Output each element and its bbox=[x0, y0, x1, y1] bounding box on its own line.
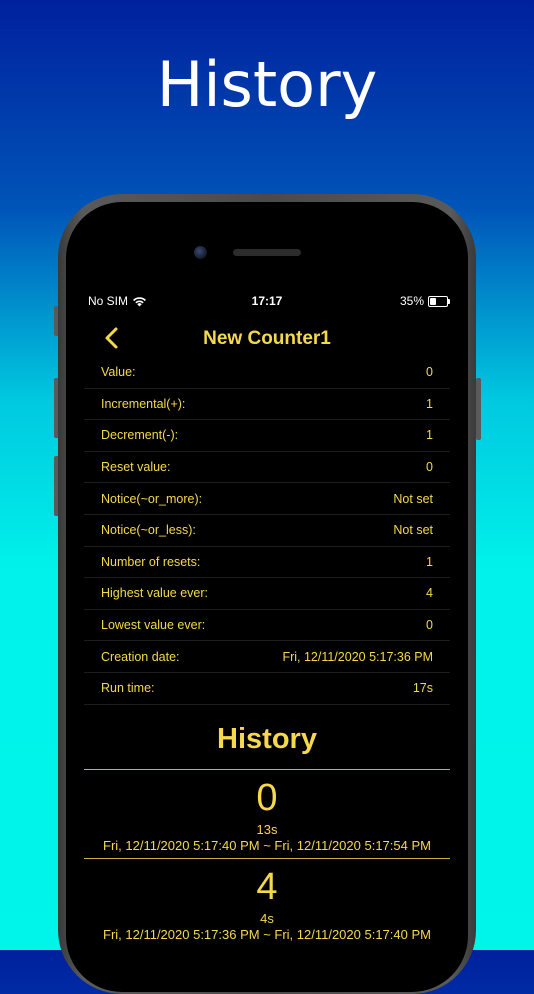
history-range: Fri, 12/11/2020 5:17:36 PM ~ Fri, 12/11/… bbox=[103, 927, 431, 942]
detail-value: 1 bbox=[426, 428, 433, 443]
history-entry: 4 4s Fri, 12/11/2020 5:17:36 PM ~ Fri, 12/… bbox=[84, 858, 450, 947]
status-bar: No SIM 17:17 35% bbox=[66, 292, 468, 312]
status-right: 35% bbox=[399, 294, 450, 308]
detail-row: Reset value: 0 bbox=[84, 452, 450, 484]
detail-value: 0 bbox=[426, 460, 433, 475]
detail-value: 1 bbox=[426, 554, 433, 569]
detail-row: Decrement(-): 1 bbox=[84, 420, 450, 452]
detail-row: Highest value ever: 4 bbox=[84, 578, 450, 610]
detail-value: 1 bbox=[426, 396, 433, 411]
detail-value: Not set bbox=[393, 491, 433, 506]
detail-row: Number of resets: 1 bbox=[84, 547, 450, 579]
detail-value: 4 bbox=[426, 586, 433, 601]
detail-label: Notice(~or_more): bbox=[101, 491, 203, 506]
detail-value: Not set bbox=[393, 523, 433, 538]
power-button bbox=[476, 378, 481, 440]
nav-bar: New Counter1 bbox=[66, 324, 468, 354]
history-range: Fri, 12/11/2020 5:17:40 PM ~ Fri, 12/11/… bbox=[103, 838, 431, 853]
detail-label: Creation date: bbox=[101, 649, 180, 664]
history-list: 0 13s Fri, 12/11/2020 5:17:40 PM ~ Fri, 12… bbox=[84, 769, 450, 947]
detail-label: Decrement(-): bbox=[101, 428, 179, 443]
detail-value: 0 bbox=[426, 365, 433, 380]
detail-label: Reset value: bbox=[101, 460, 171, 475]
detail-label: Highest value ever: bbox=[101, 586, 209, 601]
history-value: 0 bbox=[256, 777, 278, 819]
detail-value: Fri, 12/11/2020 5:17:36 PM bbox=[282, 649, 433, 664]
detail-row: Notice(~or_more): Not set bbox=[84, 483, 450, 515]
detail-label: Incremental(+): bbox=[101, 396, 186, 411]
counter-details-list: Value: 0 Incremental(+): 1 Decrement(-): 1 Res… bbox=[84, 357, 450, 705]
phone-screen: No SIM 17:17 35% New Counter1 Value: 0 Inc… bbox=[66, 202, 468, 992]
detail-row: Creation date: Fri, 12/11/2020 5:17:36 PM bbox=[84, 641, 450, 673]
battery-level bbox=[430, 297, 436, 305]
battery-icon bbox=[428, 295, 450, 307]
detail-label: Notice(~or_less): bbox=[101, 523, 196, 538]
history-value: 4 bbox=[256, 866, 278, 908]
battery-percent: 35% bbox=[399, 294, 424, 308]
detail-row: Incremental(+): 1 bbox=[84, 389, 450, 421]
history-heading: History bbox=[217, 723, 317, 755]
detail-value: 17s bbox=[412, 681, 433, 696]
detail-label: Lowest value ever: bbox=[101, 618, 206, 633]
detail-value: 0 bbox=[426, 618, 433, 633]
detail-row: Run time: 17s bbox=[84, 673, 450, 705]
earpiece-speaker bbox=[233, 249, 301, 256]
detail-row: Value: 0 bbox=[84, 357, 450, 389]
detail-row: Notice(~or_less): Not set bbox=[84, 515, 450, 547]
detail-label: Value: bbox=[101, 365, 136, 380]
detail-row: Lowest value ever: 0 bbox=[84, 610, 450, 642]
nav-title: New Counter1 bbox=[203, 328, 331, 349]
history-duration: 4s bbox=[260, 911, 274, 926]
detail-label: Number of resets: bbox=[101, 554, 201, 569]
history-entry: 0 13s Fri, 12/11/2020 5:17:40 PM ~ Fri, 12… bbox=[84, 769, 450, 858]
promo-title: History bbox=[156, 48, 378, 121]
detail-label: Run time: bbox=[101, 681, 155, 696]
history-duration: 13s bbox=[256, 822, 278, 837]
front-camera bbox=[194, 246, 207, 259]
